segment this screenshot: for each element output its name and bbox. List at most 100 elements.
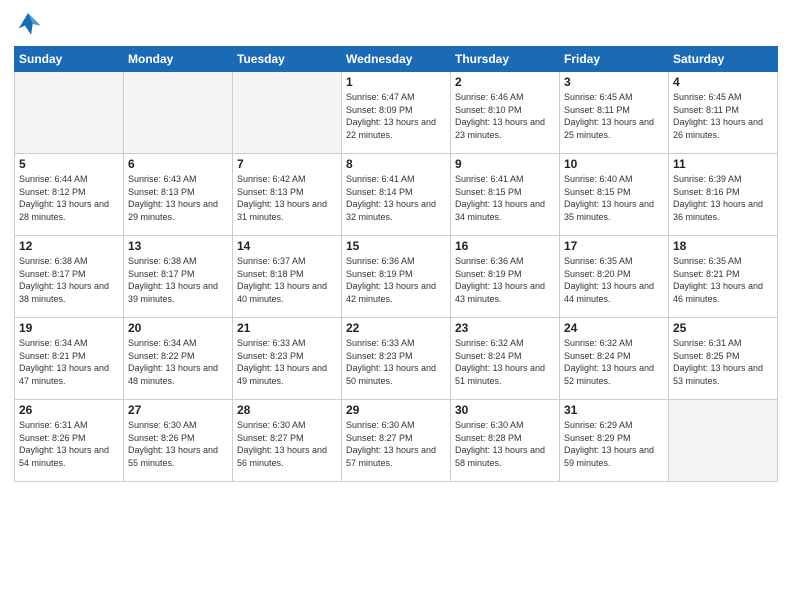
weekday-header-wednesday: Wednesday bbox=[342, 47, 451, 72]
day-info: Sunrise: 6:30 AM Sunset: 8:26 PM Dayligh… bbox=[128, 419, 228, 469]
calendar-cell: 7Sunrise: 6:42 AM Sunset: 8:13 PM Daylig… bbox=[233, 154, 342, 236]
day-number: 16 bbox=[455, 239, 555, 253]
day-info: Sunrise: 6:34 AM Sunset: 8:21 PM Dayligh… bbox=[19, 337, 119, 387]
calendar-cell: 28 Sunrise: 6:30 AM Sunset: 8:27 PM Dayli… bbox=[233, 400, 342, 482]
day-info: Sunrise: 6:44 AM Sunset: 8:12 PM Dayligh… bbox=[19, 173, 119, 223]
day-info: Sunrise: 6:30 AM Sunset: 8:28 PM Dayligh… bbox=[455, 419, 555, 469]
day-number: 3 bbox=[564, 75, 664, 89]
logo-bird-icon bbox=[14, 10, 42, 38]
calendar-cell: 13 Sunrise: 6:38 AM Sunset: 8:17 PM Dayli… bbox=[124, 236, 233, 318]
day-info: Sunrise: 6:39 AM Sunset: 8:16 PM Dayligh… bbox=[673, 173, 773, 223]
calendar-cell: 18 Sunrise: 6:35 AM Sunset: 8:21 PM Dayli… bbox=[669, 236, 778, 318]
calendar-cell bbox=[669, 400, 778, 482]
day-number: 14 bbox=[237, 239, 337, 253]
calendar-cell: 1Sunrise: 6:47 AM Sunset: 8:09 PM Daylig… bbox=[342, 72, 451, 154]
day-number: 20 bbox=[128, 321, 228, 335]
calendar-cell: 29 Sunrise: 6:30 AM Sunset: 8:27 PM Dayli… bbox=[342, 400, 451, 482]
day-number: 21 bbox=[237, 321, 337, 335]
day-number: 1 bbox=[346, 75, 446, 89]
day-info: Sunrise: 6:32 AM Sunset: 8:24 PM Dayligh… bbox=[455, 337, 555, 387]
day-number: 18 bbox=[673, 239, 773, 253]
day-number: 13 bbox=[128, 239, 228, 253]
day-number: 28 bbox=[237, 403, 337, 417]
day-number: 26 bbox=[19, 403, 119, 417]
day-info: Sunrise: 6:30 AM Sunset: 8:27 PM Dayligh… bbox=[237, 419, 337, 469]
calendar-cell bbox=[233, 72, 342, 154]
day-info: Sunrise: 6:31 AM Sunset: 8:25 PM Dayligh… bbox=[673, 337, 773, 387]
day-info: Sunrise: 6:41 AM Sunset: 8:14 PM Dayligh… bbox=[346, 173, 446, 223]
day-info: Sunrise: 6:45 AM Sunset: 8:11 PM Dayligh… bbox=[673, 91, 773, 141]
day-number: 30 bbox=[455, 403, 555, 417]
day-number: 15 bbox=[346, 239, 446, 253]
day-info: Sunrise: 6:38 AM Sunset: 8:17 PM Dayligh… bbox=[19, 255, 119, 305]
weekday-header-row: SundayMondayTuesdayWednesdayThursdayFrid… bbox=[15, 47, 778, 72]
day-number: 8 bbox=[346, 157, 446, 171]
calendar-cell: 20Sunrise: 6:34 AM Sunset: 8:22 PM Dayli… bbox=[124, 318, 233, 400]
day-number: 24 bbox=[564, 321, 664, 335]
calendar-cell bbox=[15, 72, 124, 154]
day-info: Sunrise: 6:36 AM Sunset: 8:19 PM Dayligh… bbox=[346, 255, 446, 305]
day-number: 9 bbox=[455, 157, 555, 171]
day-number: 11 bbox=[673, 157, 773, 171]
calendar-cell: 10 Sunrise: 6:40 AM Sunset: 8:15 PM Dayli… bbox=[560, 154, 669, 236]
calendar-cell: 17Sunrise: 6:35 AM Sunset: 8:20 PM Dayli… bbox=[560, 236, 669, 318]
calendar-cell: 31 Sunrise: 6:29 AM Sunset: 8:29 PM Dayli… bbox=[560, 400, 669, 482]
calendar-cell: 4 Sunrise: 6:45 AM Sunset: 8:11 PM Daylig… bbox=[669, 72, 778, 154]
day-number: 12 bbox=[19, 239, 119, 253]
calendar-cell: 16 Sunrise: 6:36 AM Sunset: 8:19 PM Dayli… bbox=[451, 236, 560, 318]
calendar-cell: 30 Sunrise: 6:30 AM Sunset: 8:28 PM Dayli… bbox=[451, 400, 560, 482]
logo bbox=[14, 10, 46, 38]
calendar-cell: 24 Sunrise: 6:32 AM Sunset: 8:24 PM Dayli… bbox=[560, 318, 669, 400]
calendar-week-2: 12 Sunrise: 6:38 AM Sunset: 8:17 PM Dayli… bbox=[15, 236, 778, 318]
day-number: 4 bbox=[673, 75, 773, 89]
calendar-cell bbox=[124, 72, 233, 154]
calendar-cell: 11 Sunrise: 6:39 AM Sunset: 8:16 PM Dayli… bbox=[669, 154, 778, 236]
day-info: Sunrise: 6:32 AM Sunset: 8:24 PM Dayligh… bbox=[564, 337, 664, 387]
day-info: Sunrise: 6:41 AM Sunset: 8:15 PM Dayligh… bbox=[455, 173, 555, 223]
day-number: 22 bbox=[346, 321, 446, 335]
calendar-cell: 12 Sunrise: 6:38 AM Sunset: 8:17 PM Dayli… bbox=[15, 236, 124, 318]
calendar-cell: 5 Sunrise: 6:44 AM Sunset: 8:12 PM Daylig… bbox=[15, 154, 124, 236]
calendar-week-4: 26 Sunrise: 6:31 AM Sunset: 8:26 PM Dayli… bbox=[15, 400, 778, 482]
day-number: 10 bbox=[564, 157, 664, 171]
day-number: 5 bbox=[19, 157, 119, 171]
calendar-cell: 27 Sunrise: 6:30 AM Sunset: 8:26 PM Dayli… bbox=[124, 400, 233, 482]
day-number: 29 bbox=[346, 403, 446, 417]
weekday-header-saturday: Saturday bbox=[669, 47, 778, 72]
day-info: Sunrise: 6:31 AM Sunset: 8:26 PM Dayligh… bbox=[19, 419, 119, 469]
calendar-cell: 26 Sunrise: 6:31 AM Sunset: 8:26 PM Dayli… bbox=[15, 400, 124, 482]
day-number: 19 bbox=[19, 321, 119, 335]
day-number: 2 bbox=[455, 75, 555, 89]
weekday-header-tuesday: Tuesday bbox=[233, 47, 342, 72]
day-number: 7 bbox=[237, 157, 337, 171]
calendar-cell: 3Sunrise: 6:45 AM Sunset: 8:11 PM Daylig… bbox=[560, 72, 669, 154]
day-info: Sunrise: 6:37 AM Sunset: 8:18 PM Dayligh… bbox=[237, 255, 337, 305]
calendar-cell: 2 Sunrise: 6:46 AM Sunset: 8:10 PM Daylig… bbox=[451, 72, 560, 154]
day-info: Sunrise: 6:46 AM Sunset: 8:10 PM Dayligh… bbox=[455, 91, 555, 141]
day-info: Sunrise: 6:30 AM Sunset: 8:27 PM Dayligh… bbox=[346, 419, 446, 469]
calendar-week-0: 1Sunrise: 6:47 AM Sunset: 8:09 PM Daylig… bbox=[15, 72, 778, 154]
calendar-cell: 14 Sunrise: 6:37 AM Sunset: 8:18 PM Dayli… bbox=[233, 236, 342, 318]
calendar-week-1: 5 Sunrise: 6:44 AM Sunset: 8:12 PM Daylig… bbox=[15, 154, 778, 236]
calendar-cell: 22Sunrise: 6:33 AM Sunset: 8:23 PM Dayli… bbox=[342, 318, 451, 400]
calendar-cell: 23 Sunrise: 6:32 AM Sunset: 8:24 PM Dayli… bbox=[451, 318, 560, 400]
calendar: SundayMondayTuesdayWednesdayThursdayFrid… bbox=[14, 46, 778, 482]
day-number: 27 bbox=[128, 403, 228, 417]
day-info: Sunrise: 6:36 AM Sunset: 8:19 PM Dayligh… bbox=[455, 255, 555, 305]
day-number: 25 bbox=[673, 321, 773, 335]
day-number: 31 bbox=[564, 403, 664, 417]
day-info: Sunrise: 6:29 AM Sunset: 8:29 PM Dayligh… bbox=[564, 419, 664, 469]
weekday-header-thursday: Thursday bbox=[451, 47, 560, 72]
calendar-cell: 9 Sunrise: 6:41 AM Sunset: 8:15 PM Daylig… bbox=[451, 154, 560, 236]
weekday-header-friday: Friday bbox=[560, 47, 669, 72]
day-number: 23 bbox=[455, 321, 555, 335]
day-info: Sunrise: 6:38 AM Sunset: 8:17 PM Dayligh… bbox=[128, 255, 228, 305]
day-info: Sunrise: 6:43 AM Sunset: 8:13 PM Dayligh… bbox=[128, 173, 228, 223]
calendar-week-3: 19 Sunrise: 6:34 AM Sunset: 8:21 PM Dayli… bbox=[15, 318, 778, 400]
day-number: 17 bbox=[564, 239, 664, 253]
day-info: Sunrise: 6:40 AM Sunset: 8:15 PM Dayligh… bbox=[564, 173, 664, 223]
day-info: Sunrise: 6:35 AM Sunset: 8:21 PM Dayligh… bbox=[673, 255, 773, 305]
calendar-cell: 6Sunrise: 6:43 AM Sunset: 8:13 PM Daylig… bbox=[124, 154, 233, 236]
calendar-cell: 15 Sunrise: 6:36 AM Sunset: 8:19 PM Dayli… bbox=[342, 236, 451, 318]
calendar-cell: 21Sunrise: 6:33 AM Sunset: 8:23 PM Dayli… bbox=[233, 318, 342, 400]
